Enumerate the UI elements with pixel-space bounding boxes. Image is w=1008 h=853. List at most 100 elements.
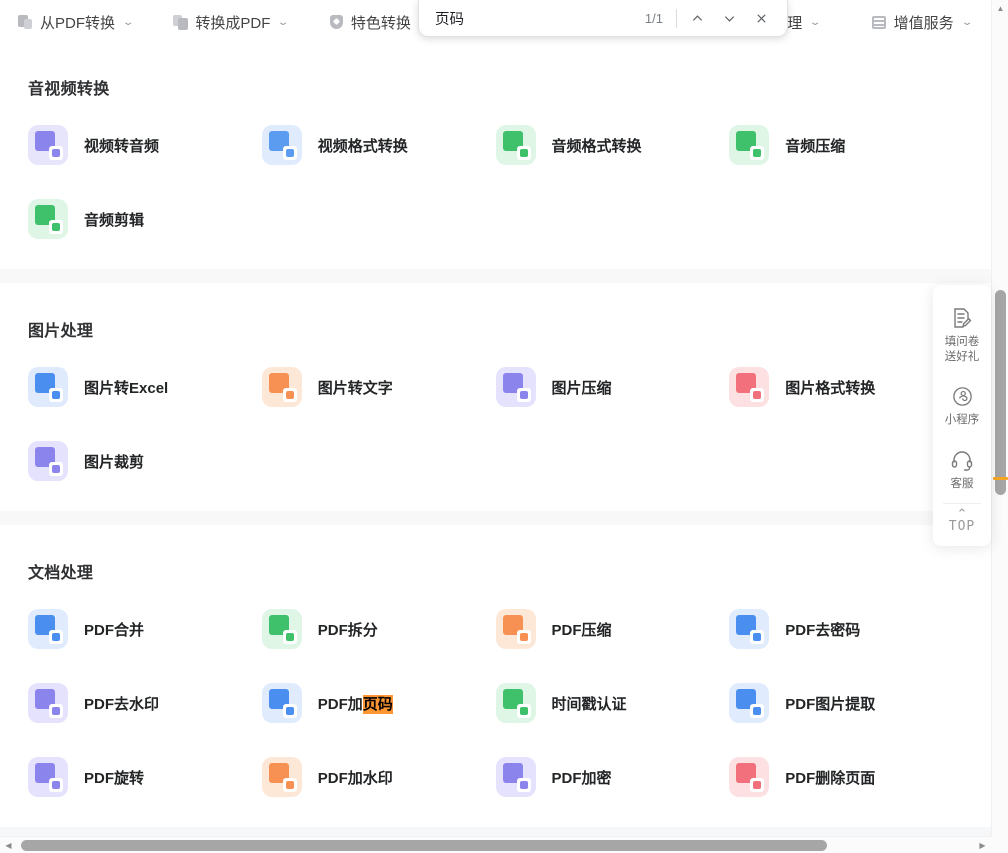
side-widget-item-miniapp[interactable]: 小程序 <box>933 376 991 439</box>
miniapp-icon <box>951 385 974 408</box>
tool-label: PDF拆分 <box>317 621 378 639</box>
section-title: 音视频转换 <box>28 81 110 98</box>
back-to-top-button[interactable]: ⌃ TOP <box>933 504 991 538</box>
tool-label: PDF去水印 <box>84 695 160 713</box>
tool-label: PDF删除页面 <box>785 769 876 787</box>
tool-label: 图片转Excel <box>84 379 169 397</box>
tool-item[interactable]: 时间戳认证 <box>495 683 730 723</box>
find-close-button[interactable] <box>745 3 777 33</box>
nav-item-label: 转换成PDF <box>195 15 271 32</box>
find-match-tick <box>993 477 1008 480</box>
section-gap <box>0 511 991 525</box>
doc-stack-alt-icon <box>173 15 189 30</box>
vertical-scrollbar-thumb[interactable] <box>995 290 1006 495</box>
section-audio-video-conversion: 音视频转换视频转音频 视频格式转换 音频格式转换 音频压缩音频剪辑 <box>0 45 991 269</box>
close-icon <box>756 13 766 23</box>
chevron-down-icon: ⌄ <box>121 17 135 28</box>
find-previous-button[interactable] <box>681 3 713 33</box>
scroll-up-arrow[interactable]: ▲ <box>992 0 1008 17</box>
tool-item[interactable]: PDF图片提取 <box>729 683 963 723</box>
find-input[interactable] <box>435 0 645 36</box>
horizontal-scrollbar-thumb[interactable] <box>21 840 827 851</box>
tool-label: PDF加水印 <box>317 769 393 787</box>
tool-grid: 视频转音频 视频格式转换 音频格式转换 音频压缩音频剪辑 <box>28 125 963 239</box>
find-match-highlight: 页码 <box>362 694 393 714</box>
tool-item[interactable]: 图片压缩 <box>495 367 730 407</box>
nav-item-value-added-services[interactable]: 增值服务 ⌄ <box>871 12 974 33</box>
scrollbar-corner <box>991 836 1008 853</box>
section-gap <box>0 269 991 283</box>
page-content: 音视频转换 视频转音频 视频格式转换 音频格式转换 音频压缩 音频剪辑 图片处理 图片转Exc… <box>0 45 991 853</box>
floating-side-widget: 填问卷 送好礼 小程序 客服 ⌃ TOP <box>933 285 991 546</box>
side-widget-label: 小程序 <box>944 414 980 426</box>
chevron-up-icon <box>692 14 702 21</box>
tool-item[interactable]: 图片转文字 <box>261 367 496 407</box>
section-title: 文档处理 <box>28 565 94 582</box>
tool-item[interactable]: 图片转Excel <box>28 367 262 407</box>
tool-label: PDF加密 <box>551 769 612 787</box>
chevron-up-icon: ⌃ <box>956 506 968 521</box>
tool-icon <box>495 367 536 407</box>
tool-icon <box>729 683 770 723</box>
tool-item[interactable]: PDF加页码 <box>261 683 496 723</box>
chevron-down-icon: ⌄ <box>809 17 822 28</box>
tool-icon <box>28 683 68 723</box>
tool-item[interactable]: 视频格式转换 <box>261 125 496 165</box>
tool-icon <box>28 199 68 239</box>
tool-label: 音频剪辑 <box>84 211 145 229</box>
scroll-left-arrow[interactable]: ◀ <box>0 837 17 853</box>
nav-item-label: 增值服务 <box>893 15 954 32</box>
doc-stack-icon <box>18 15 33 30</box>
tool-label: PDF旋转 <box>84 769 145 787</box>
tool-label: 时间戳认证 <box>551 695 627 713</box>
tool-item[interactable]: PDF拆分 <box>261 609 496 649</box>
side-widget-label: 填问卷 送好礼 <box>944 336 980 363</box>
scroll-right-arrow[interactable]: ▶ <box>974 837 991 853</box>
tool-label: 音频格式转换 <box>551 137 642 155</box>
tool-item[interactable]: 音频压缩 <box>729 125 963 165</box>
tool-item[interactable]: 音频剪辑 <box>28 199 262 239</box>
nav-item-featured-convert[interactable]: 特色转换 ⌄ <box>329 12 430 33</box>
tool-icon <box>28 757 68 797</box>
horizontal-scrollbar[interactable]: ◀ ▶ <box>0 836 991 853</box>
tool-icon <box>28 125 68 165</box>
tool-label: 视频转音频 <box>84 137 160 155</box>
tool-icon <box>28 441 68 481</box>
lines-icon <box>871 15 887 30</box>
nav-item-label: 从PDF转换 <box>40 15 116 32</box>
tool-icon <box>729 757 770 797</box>
find-match-counter: 1/1 <box>644 10 663 26</box>
side-widget-item-survey[interactable]: 填问卷 送好礼 <box>933 297 991 376</box>
tool-item[interactable]: PDF加密 <box>495 757 730 797</box>
nav-item-from-pdf[interactable]: 从PDF转换 ⌄ <box>18 12 135 33</box>
side-widget-item-support[interactable]: 客服 <box>933 439 991 503</box>
find-in-page-bar: 1/1 <box>418 0 788 37</box>
chevron-down-icon <box>724 15 734 22</box>
tool-item[interactable]: PDF删除页面 <box>729 757 963 797</box>
tool-item[interactable]: PDF旋转 <box>28 757 262 797</box>
sections-container: 音视频转换 视频转音频 视频格式转换 音频格式转换 音频压缩 音频剪辑 图片处理 图片转Exc… <box>0 45 991 827</box>
tool-icon <box>261 125 302 165</box>
tool-item[interactable]: 视频转音频 <box>28 125 262 165</box>
browser-page: 从PDF转换 ⌄ 转换成PDF ⌄ 特色转换 ⌄ 处理 ⌄ 增值服务 ⌄ 音视频… <box>0 0 1008 853</box>
tool-item[interactable]: PDF去密码 <box>729 609 963 649</box>
nav-item-to-pdf[interactable]: 转换成PDF ⌄ <box>173 12 290 33</box>
tool-icon <box>495 125 536 165</box>
tool-item[interactable]: PDF合并 <box>28 609 262 649</box>
tool-label-text: PDF加 <box>317 695 363 713</box>
tool-item[interactable]: 音频格式转换 <box>495 125 730 165</box>
chevron-down-icon: ⌄ <box>277 17 290 28</box>
tool-icon <box>729 609 770 649</box>
tool-item[interactable]: PDF压缩 <box>495 609 730 649</box>
tool-icon <box>495 683 536 723</box>
tool-item[interactable]: 图片格式转换 <box>729 367 963 407</box>
tool-item[interactable]: PDF加水印 <box>261 757 496 797</box>
side-widget-label: 客服 <box>950 478 974 490</box>
tool-item[interactable]: PDF去水印 <box>28 683 262 723</box>
tool-label: PDF去密码 <box>785 621 861 639</box>
tool-icon <box>261 367 302 407</box>
tool-item[interactable]: 图片裁剪 <box>28 441 262 481</box>
chevron-down-icon: ⌄ <box>960 17 974 28</box>
find-next-button[interactable] <box>713 3 745 33</box>
vertical-scrollbar[interactable]: ▲ ▼ <box>991 0 1008 853</box>
